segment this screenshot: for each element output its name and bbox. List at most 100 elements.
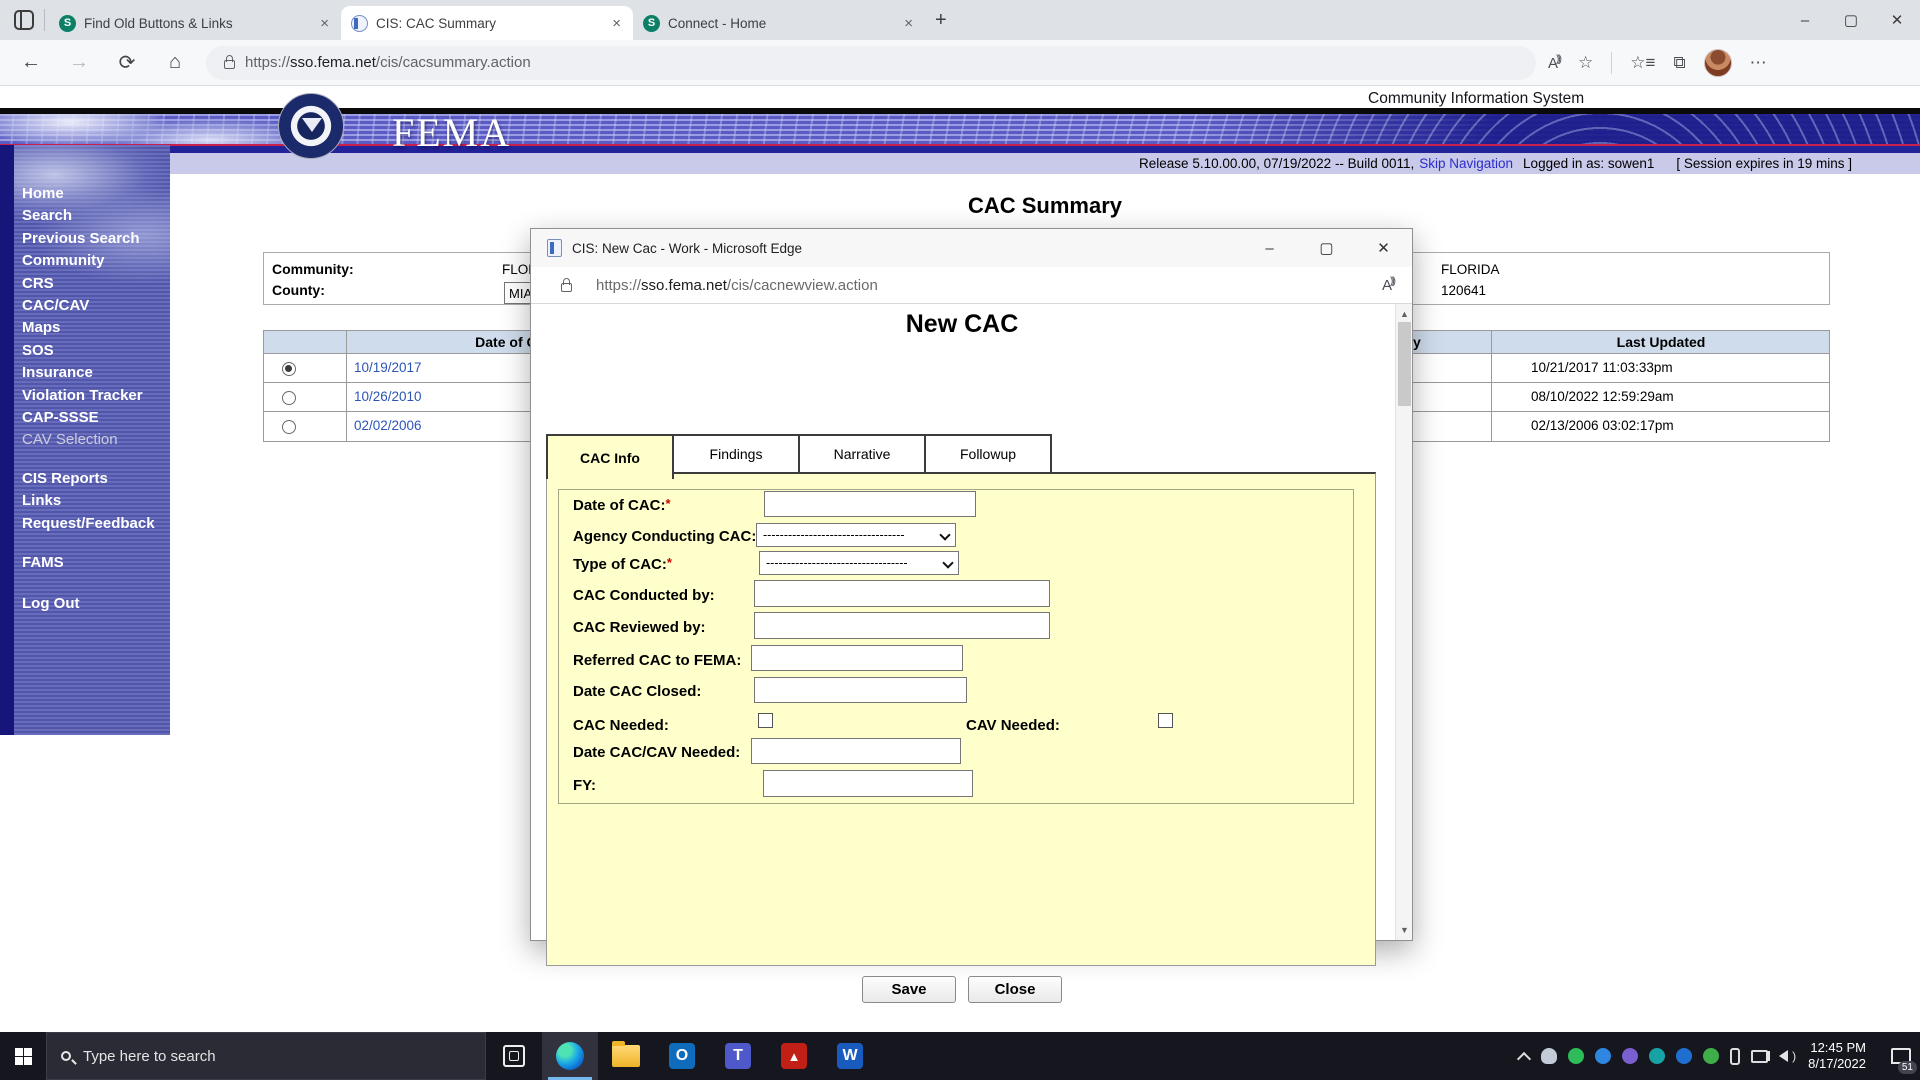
sidebar-item-fams[interactable]: FAMS bbox=[22, 552, 170, 574]
taskbar-outlook[interactable]: O bbox=[654, 1032, 710, 1080]
tray-app-icon[interactable] bbox=[1703, 1048, 1719, 1064]
agency-select[interactable]: ---------------------------------- bbox=[756, 523, 956, 547]
session-text: [ Session expires in 19 mins ] bbox=[1676, 156, 1852, 171]
tab-cis-cac-summary[interactable]: CIS: CAC Summary × bbox=[341, 6, 633, 40]
tab-connect-home[interactable]: S Connect - Home × bbox=[633, 6, 925, 40]
taskbar-file-explorer[interactable] bbox=[598, 1032, 654, 1080]
back-icon[interactable]: ← bbox=[14, 46, 48, 80]
sidebar-item-violation-tracker[interactable]: Violation Tracker bbox=[22, 385, 170, 407]
minimize-icon[interactable]: – bbox=[1241, 229, 1298, 267]
radio-button[interactable] bbox=[282, 362, 296, 376]
close-icon[interactable]: ✕ bbox=[1355, 229, 1412, 267]
cis-page-icon bbox=[351, 15, 368, 32]
sidebar-item-cap-ssse[interactable]: CAP-SSSE bbox=[22, 407, 170, 429]
favorites-bar-icon[interactable]: ☆≡ bbox=[1630, 53, 1655, 73]
minimize-icon[interactable]: – bbox=[1782, 0, 1828, 40]
scrollbar[interactable]: ▲ ▼ bbox=[1395, 304, 1412, 940]
skip-navigation-link[interactable]: Skip Navigation bbox=[1419, 156, 1513, 171]
tray-app-icon[interactable] bbox=[1649, 1048, 1665, 1064]
conducted-by-input[interactable] bbox=[754, 580, 1050, 607]
read-aloud-icon[interactable]: A))) bbox=[1382, 276, 1394, 294]
maximize-icon[interactable]: ▢ bbox=[1828, 0, 1874, 40]
read-aloud-icon[interactable]: A))) bbox=[1548, 54, 1560, 72]
collections-icon[interactable]: ⧉ bbox=[1673, 53, 1685, 73]
taskbar-search-box[interactable]: Type here to search bbox=[46, 1032, 486, 1080]
reviewed-by-input[interactable] bbox=[754, 612, 1050, 639]
close-icon[interactable]: × bbox=[316, 15, 333, 32]
sidebar-item-insurance[interactable]: Insurance bbox=[22, 362, 170, 384]
referred-input[interactable] bbox=[751, 645, 963, 671]
lock-icon bbox=[561, 283, 572, 292]
radio-button[interactable] bbox=[282, 420, 296, 434]
taskbar-word[interactable]: W bbox=[822, 1032, 878, 1080]
last-updated-value: 08/10/2022 12:59:29am bbox=[1531, 389, 1674, 404]
more-menu-icon[interactable]: ⋯ bbox=[1750, 53, 1767, 73]
close-icon[interactable]: ✕ bbox=[1874, 0, 1920, 40]
sidebar-item-community[interactable]: Community bbox=[22, 250, 170, 272]
sidebar-item-cis-reports[interactable]: CIS Reports bbox=[22, 468, 170, 490]
onedrive-icon[interactable] bbox=[1541, 1048, 1557, 1064]
speaker-icon[interactable] bbox=[1779, 1050, 1788, 1062]
edge-icon bbox=[556, 1042, 584, 1070]
refresh-icon[interactable]: ⟳ bbox=[110, 46, 144, 80]
sidebar-item-crs[interactable]: CRS bbox=[22, 273, 170, 295]
address-bar[interactable]: https://sso.fema.net/cis/cacsummary.acti… bbox=[206, 46, 1536, 80]
forward-icon[interactable]: → bbox=[62, 46, 96, 80]
cav-needed-checkbox[interactable] bbox=[1158, 713, 1173, 728]
type-select[interactable]: ---------------------------------- bbox=[759, 551, 959, 575]
sidebar-item-previous-search[interactable]: Previous Search bbox=[22, 228, 170, 250]
sidebar-item-cac-cav[interactable]: CAC/CAV bbox=[22, 295, 170, 317]
tray-status-icon[interactable] bbox=[1568, 1048, 1584, 1064]
tab-cac-info[interactable]: CAC Info bbox=[546, 434, 674, 479]
tab-findings[interactable]: Findings bbox=[672, 434, 800, 474]
cac-date-link[interactable]: 10/26/2010 bbox=[354, 389, 422, 404]
taskbar-edge[interactable] bbox=[542, 1032, 598, 1080]
tab-narrative[interactable]: Narrative bbox=[798, 434, 926, 474]
scroll-up-icon[interactable]: ▲ bbox=[1396, 306, 1413, 322]
close-button[interactable]: Close bbox=[968, 976, 1062, 1003]
date-closed-input[interactable] bbox=[754, 677, 967, 703]
sidebar-item-search[interactable]: Search bbox=[22, 205, 170, 227]
task-view-button[interactable] bbox=[486, 1032, 542, 1080]
hidden-icons-chevron-icon[interactable] bbox=[1517, 1052, 1531, 1066]
cac-date-link[interactable]: 10/19/2017 bbox=[354, 360, 422, 375]
close-icon[interactable]: × bbox=[608, 15, 625, 32]
tab-workspaces-icon[interactable] bbox=[14, 10, 34, 30]
taskbar-clock[interactable]: 12:45 PM 8/17/2022 bbox=[1808, 1040, 1866, 1072]
date-needed-input[interactable] bbox=[751, 738, 961, 764]
home-icon[interactable]: ⌂ bbox=[158, 46, 192, 80]
close-icon[interactable]: × bbox=[900, 15, 917, 32]
taskbar-teams[interactable]: T bbox=[710, 1032, 766, 1080]
cac-needed-checkbox[interactable] bbox=[758, 713, 773, 728]
popup-window-title: CIS: New Cac - Work - Microsoft Edge bbox=[572, 241, 1241, 256]
sidebar-item-cav-selection[interactable]: CAV Selection bbox=[22, 429, 170, 451]
cac-date-link[interactable]: 02/02/2006 bbox=[354, 418, 422, 433]
save-button[interactable]: Save bbox=[862, 976, 956, 1003]
tab-find-old-buttons[interactable]: S Find Old Buttons & Links × bbox=[49, 6, 341, 40]
tray-app-icon[interactable] bbox=[1676, 1048, 1692, 1064]
notification-center-button[interactable]: 51 bbox=[1882, 1032, 1920, 1080]
taskbar-acrobat[interactable]: ▲ bbox=[766, 1032, 822, 1080]
tray-app-icon[interactable] bbox=[1622, 1048, 1638, 1064]
your-phone-icon[interactable] bbox=[1730, 1048, 1740, 1065]
scrollbar-thumb[interactable] bbox=[1398, 322, 1411, 406]
sidebar-item-request-feedback[interactable]: Request/Feedback bbox=[22, 513, 170, 535]
sidebar-item-sos[interactable]: SOS bbox=[22, 340, 170, 362]
url-text[interactable]: https://sso.fema.net/cis/cacsummary.acti… bbox=[245, 54, 531, 71]
start-button[interactable] bbox=[0, 1032, 46, 1080]
popup-title-bar[interactable]: CIS: New Cac - Work - Microsoft Edge – ▢… bbox=[531, 229, 1412, 267]
maximize-icon[interactable]: ▢ bbox=[1298, 229, 1355, 267]
bluetooth-icon[interactable] bbox=[1595, 1048, 1611, 1064]
date-of-cac-input[interactable] bbox=[764, 491, 976, 517]
tab-followup[interactable]: Followup bbox=[924, 434, 1052, 474]
scroll-down-icon[interactable]: ▼ bbox=[1396, 922, 1413, 938]
radio-button[interactable] bbox=[282, 391, 296, 405]
sidebar-item-links[interactable]: Links bbox=[22, 490, 170, 512]
favorite-add-icon[interactable]: ☆ bbox=[1578, 53, 1593, 73]
fy-input[interactable] bbox=[763, 770, 973, 797]
profile-avatar[interactable] bbox=[1704, 49, 1732, 77]
sidebar-item-maps[interactable]: Maps bbox=[22, 317, 170, 339]
new-tab-button[interactable]: + bbox=[935, 9, 947, 32]
sidebar-item-log-out[interactable]: Log Out bbox=[22, 593, 170, 615]
sidebar-item-home[interactable]: Home bbox=[22, 183, 170, 205]
